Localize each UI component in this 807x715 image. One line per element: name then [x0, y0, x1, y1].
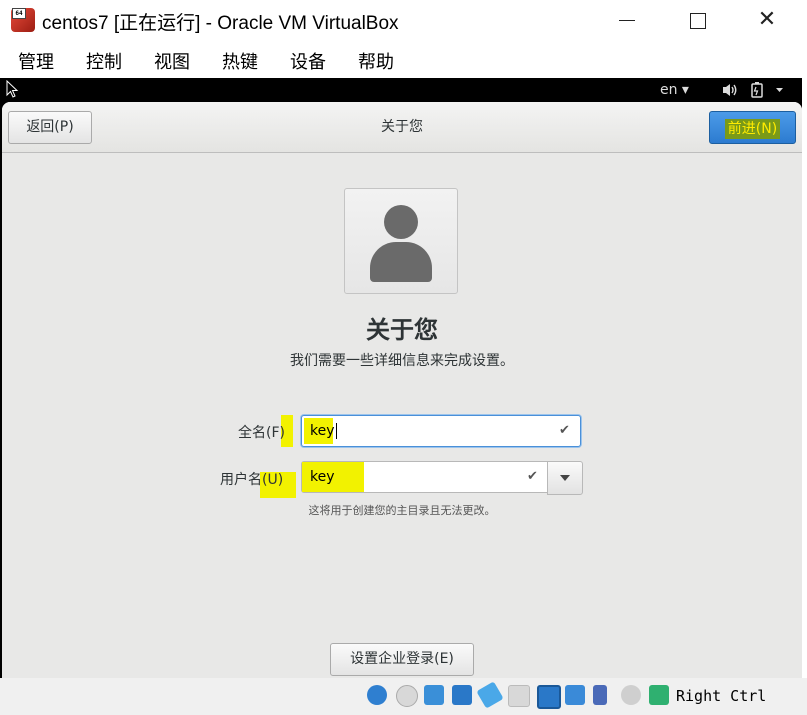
menu-item-control[interactable]: 控制: [86, 48, 122, 74]
username-hint: 这将用于创建您的主目录且无法更改。: [308, 504, 496, 517]
header-title: 关于您: [381, 119, 423, 135]
menu-item-devices[interactable]: 设备: [290, 48, 326, 74]
username-field[interactable]: key ✔: [301, 461, 549, 493]
vm-status-bar: Right Ctrl: [0, 678, 807, 715]
enterprise-login-button[interactable]: 设置企业登录(E): [330, 643, 474, 676]
user-avatar-icon: [384, 205, 418, 239]
audio-icon[interactable]: [424, 685, 444, 705]
menu-item-help[interactable]: 帮助: [358, 48, 394, 74]
network-icon[interactable]: [452, 685, 472, 705]
mouse-cursor-icon: [6, 80, 19, 98]
language-indicator[interactable]: en ▾: [660, 78, 689, 102]
initial-setup-window: 返回(P) 关于您 前进(N) 关于您 我们需要一些详细信息来完成设置。 全名(…: [2, 102, 802, 678]
username-value: key: [310, 469, 335, 485]
maximize-button[interactable]: [682, 8, 712, 32]
fullname-check-icon: ✔: [559, 423, 570, 438]
window-title: centos7 [正在运行] - Oracle VM VirtualBox: [42, 13, 399, 34]
usb-icon[interactable]: [476, 681, 504, 709]
icon-badge: 64: [12, 8, 26, 19]
hard-disk-icon[interactable]: [367, 685, 387, 705]
display-icon[interactable]: [537, 685, 561, 709]
host-key-label: Right Ctrl: [676, 687, 767, 705]
cpu-icon[interactable]: [593, 685, 607, 705]
page-subtitle: 我们需要一些详细信息来完成设置。: [290, 353, 514, 369]
header-bar: 返回(P) 关于您 前进(N): [2, 102, 802, 153]
menu-item-view[interactable]: 视图: [154, 48, 190, 74]
battery-menu-icon[interactable]: [750, 82, 786, 98]
fullname-value: key: [310, 423, 337, 439]
username-check-icon: ✔: [527, 469, 538, 484]
user-avatar-body: [370, 242, 432, 282]
virtualbox-icon: 64: [11, 8, 35, 32]
keyboard-capture-icon[interactable]: [649, 685, 669, 705]
minimize-button[interactable]: [612, 8, 642, 32]
page-title: 关于您: [366, 316, 438, 344]
menu-item-hotkey[interactable]: 热键: [222, 48, 258, 74]
username-label: 用户名(U): [220, 472, 284, 488]
optical-drive-icon[interactable]: [396, 685, 418, 707]
fullname-field[interactable]: key ✔: [301, 415, 581, 447]
mouse-integration-icon[interactable]: [621, 685, 641, 705]
shared-folders-icon[interactable]: [508, 685, 530, 707]
window-titlebar: 64 centos7 [正在运行] - Oracle VM VirtualBox…: [0, 0, 807, 40]
next-button-label: 前进(N): [724, 119, 781, 139]
close-button[interactable]: ✕: [752, 8, 782, 32]
avatar-button[interactable]: [344, 188, 458, 294]
next-button[interactable]: 前进(N): [709, 111, 796, 144]
menu-item-manage[interactable]: 管理: [18, 48, 54, 74]
vm-display[interactable]: en ▾ 返回(P) 关于您 前进(N) 关于您 我们需要一些详细信息来完成设置…: [0, 78, 802, 678]
menu-bar: 管理 控制 视图 热键 设备 帮助: [0, 42, 807, 78]
volume-icon[interactable]: [722, 83, 738, 97]
window-right-edge: [802, 78, 807, 678]
fullname-label: 全名(F): [238, 425, 285, 441]
video-capture-icon[interactable]: [565, 685, 585, 705]
username-dropdown-button[interactable]: [547, 461, 583, 495]
